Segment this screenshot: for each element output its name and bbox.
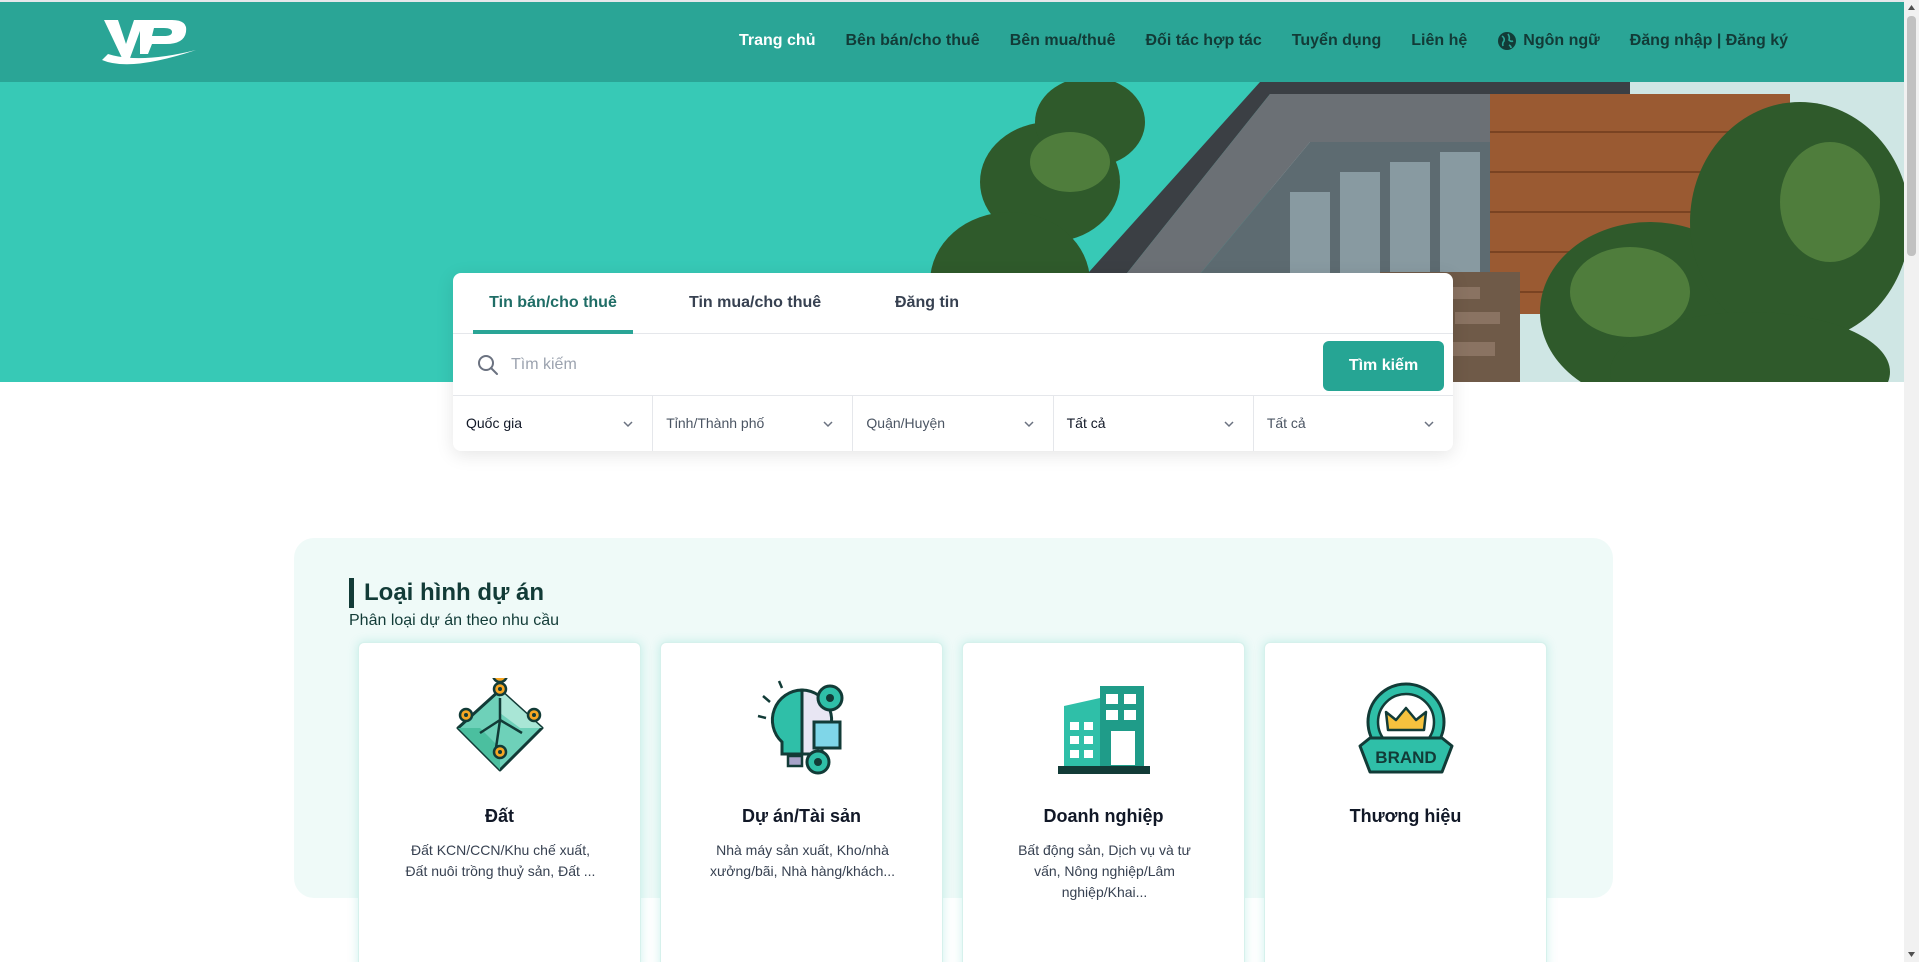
search-tabs: Tin bán/cho thuê Tin mua/cho thuê Đăng t… (453, 273, 1453, 334)
chevron-down-icon (1224, 421, 1234, 428)
chevron-down-icon (823, 421, 833, 428)
project-card-title: Đất (484, 806, 514, 826)
project-card-desc: Đất KCN/CCN/Khu chế xuất, Đất nuôi trồng… (405, 842, 596, 879)
chevron-down-icon (1024, 421, 1034, 428)
search-panel: Tin bán/cho thuê Tin mua/cho thuê Đăng t… (453, 273, 1453, 451)
project-card-title: Doanh nghiệp (1043, 806, 1164, 826)
section-subtitle: Phân loại dự án theo nhu cầu (349, 612, 559, 629)
search-button[interactable]: Tìm kiếm (1323, 341, 1444, 391)
filter-type-label: Tất cả (1066, 415, 1106, 431)
search-row: Tìm kiếm (453, 334, 1453, 396)
scroll-up-icon[interactable] (1907, 3, 1916, 12)
nav-recruitment[interactable]: Tuyển dụng (1292, 32, 1381, 50)
nav-login-register[interactable]: Đăng nhập | Đăng ký (1630, 32, 1788, 50)
chevron-down-icon (1424, 421, 1434, 428)
nav-sellers[interactable]: Bên bán/cho thuê (845, 32, 979, 50)
nav-buyers[interactable]: Bên mua/thuê (1010, 32, 1116, 50)
project-card-title: Thương hiệu (1349, 806, 1462, 826)
main-nav: Trang chủ Bên bán/cho thuê Bên mua/thuê … (709, 2, 1788, 80)
chevron-down-icon (623, 421, 633, 428)
nav-home[interactable]: Trang chủ (739, 32, 815, 50)
filter-district-label: Quận/Huyện (866, 415, 946, 431)
filter-province[interactable]: Tỉnh/Thành phố (653, 396, 854, 451)
nav-partners[interactable]: Đối tác hợp tác (1146, 32, 1262, 50)
nav-language[interactable]: Ngôn ngữ (1497, 31, 1600, 51)
project-card-desc: Bất động sản, Dịch vụ và tư vấn, Nông ng… (1018, 842, 1191, 900)
top-navbar: Trang chủ Bên bán/cho thuê Bên mua/thuê … (0, 0, 1904, 82)
globe-icon (1498, 32, 1517, 50)
tab-buy-rent[interactable]: Tin mua/cho thuê (689, 273, 821, 334)
scroll-thumb[interactable] (1907, 16, 1916, 256)
project-card-brand[interactable]: BRAND Thương hiệu (1264, 642, 1547, 962)
search-icon (478, 355, 498, 375)
project-card-desc: Nhà máy sản xuất, Kho/nhà xưởng/bãi, Nhà… (709, 842, 896, 879)
tab-post-listing[interactable]: Đăng tin (895, 273, 959, 334)
land-map-icon (456, 678, 544, 772)
scroll-down-icon[interactable] (1907, 950, 1916, 959)
section-title: Loại hình dự án (349, 578, 544, 608)
brand-badge-icon: BRAND (1358, 682, 1454, 774)
project-card-title: Dự án/Tài sản (741, 806, 862, 826)
tab-sell-rent[interactable]: Tin bán/cho thuê (473, 273, 633, 334)
building-icon (1058, 686, 1150, 774)
filter-category[interactable]: Tất cả (1254, 396, 1453, 451)
search-input[interactable] (511, 346, 1241, 384)
project-card-project[interactable]: Dự án/Tài sản Nhà máy sản xuất, Kho/nhà … (660, 642, 943, 962)
page-scrollbar[interactable] (1904, 0, 1919, 962)
project-lightbulb-icon (757, 680, 844, 775)
filter-country-label: Quốc gia (466, 415, 523, 431)
project-card-enterprise[interactable]: Doanh nghiệp Bất động sản, Dịch vụ và tư… (962, 642, 1245, 962)
filter-row: Quốc gia Tỉnh/Thành phố Quận/Huyện Tất c… (453, 396, 1453, 451)
nav-contact[interactable]: Liên hệ (1411, 32, 1467, 50)
filter-country[interactable]: Quốc gia (453, 396, 654, 451)
project-card-land[interactable]: Đất Đất KCN/CCN/Khu chế xuất, Đất nuôi t… (358, 642, 641, 962)
logo[interactable] (100, 14, 200, 70)
filter-district[interactable]: Quận/Huyện (853, 396, 1054, 451)
filter-province-label: Tỉnh/Thành phố (666, 415, 765, 431)
filter-category-label: Tất cả (1266, 415, 1306, 431)
nav-language-label: Ngôn ngữ (1523, 32, 1600, 49)
filter-type[interactable]: Tất cả (1054, 396, 1254, 451)
brand-badge-text: BRAND (1375, 748, 1436, 767)
